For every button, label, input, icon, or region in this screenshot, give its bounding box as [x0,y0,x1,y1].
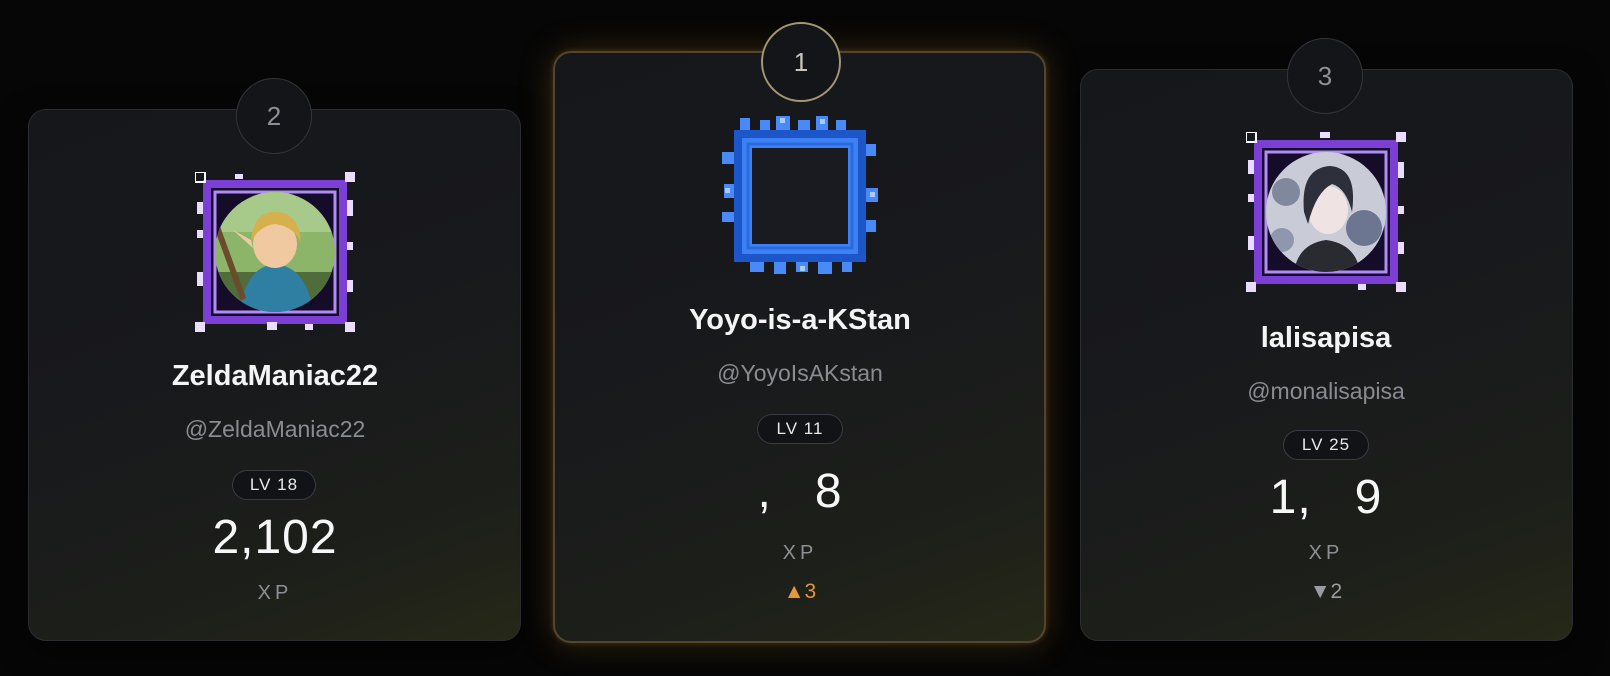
rank-change-down: ▼2 [1309,580,1343,603]
xp-value: 2,102 [212,511,338,564]
empty-avatar [734,130,866,262]
rank-badge: 2 [236,78,312,154]
display-name[interactable]: lalisapisa [1106,322,1546,355]
user-handle: @ZeldaManiac22 [184,416,366,442]
level-badge: LV 25 [1283,430,1369,460]
user-handle: @YoyoIsAKstan [717,360,883,386]
anime-avatar [1266,152,1386,272]
xp-value: 1, 9 [1269,471,1383,524]
level-badge: LV 11 [757,414,843,444]
display-name[interactable]: Yoyo-is-a-KStan [580,304,1020,337]
user-handle: @monalisapisa [1247,378,1405,404]
level-badge: LV 18 [232,470,316,500]
xp-label: XP [257,582,293,604]
avatar[interactable] [1246,132,1406,292]
display-name[interactable]: ZeldaManiac22 [55,360,495,393]
xp-value: , 8 [757,465,843,518]
avatar[interactable] [195,172,355,332]
xp-label: XP [782,542,818,564]
rank-badge: 1 [761,22,841,102]
avatar[interactable] [720,116,880,276]
xp-label: XP [1308,542,1344,564]
rank-badge: 3 [1287,38,1363,114]
rank-change-up: ▲3 [783,580,817,603]
leaderboard-podium: 2 ZeldaManiac22 @ZeldaManiac22 LV 18 2,1… [0,0,1610,676]
